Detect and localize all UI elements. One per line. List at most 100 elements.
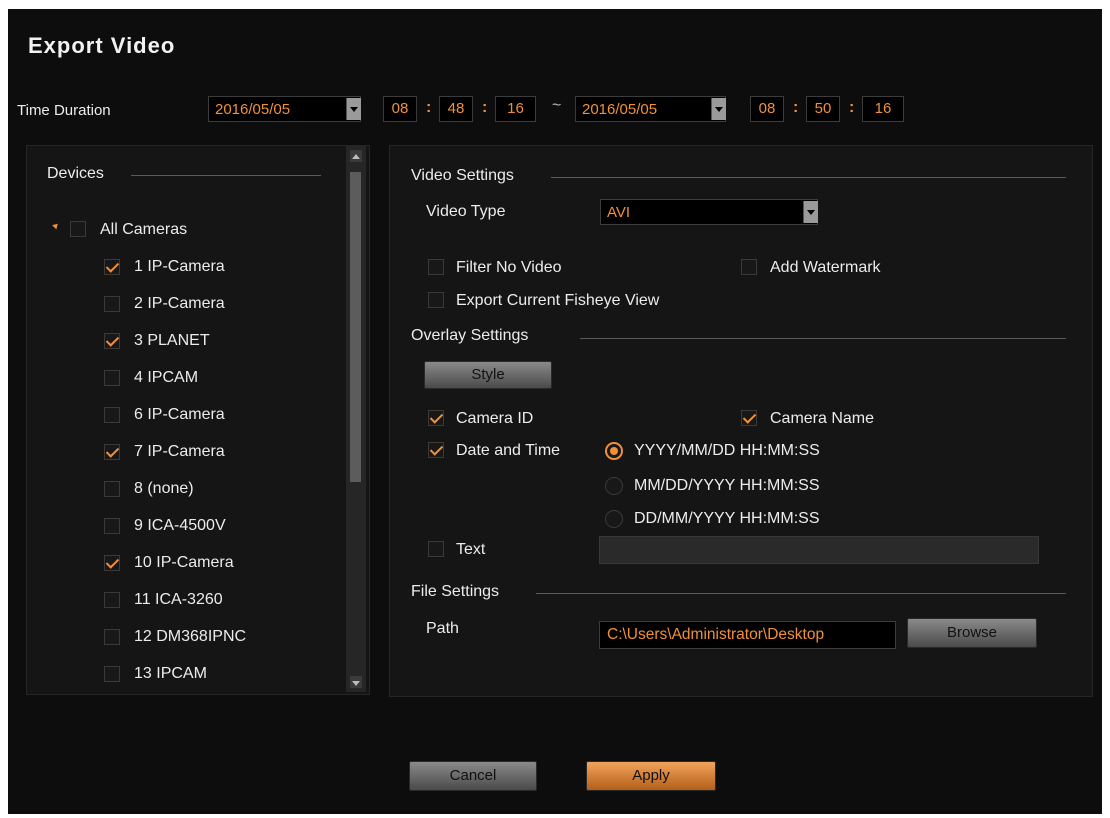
time-separator: : [426, 99, 432, 116]
device-checkbox[interactable] [104, 407, 120, 423]
device-checkbox[interactable] [104, 666, 120, 682]
end-minute-field[interactable]: 50 [806, 96, 840, 122]
start-second-field[interactable]: 16 [495, 96, 536, 122]
divider [580, 338, 1066, 339]
device-item[interactable]: 9 ICA-4500V [104, 517, 334, 537]
scroll-up-icon[interactable] [350, 150, 362, 162]
device-checkbox[interactable] [104, 259, 120, 275]
divider [536, 593, 1066, 594]
all-cameras-label: All Cameras [100, 221, 188, 238]
camera-name-label: Camera Name [770, 410, 875, 427]
end-date-field[interactable]: 2016/05/05 [575, 96, 726, 122]
filter-no-video-checkbox[interactable] [428, 259, 444, 275]
scroll-down-icon[interactable] [350, 676, 362, 688]
time-separator: : [793, 99, 799, 116]
add-watermark-checkbox[interactable] [741, 259, 757, 275]
video-type-select[interactable]: AVI [600, 199, 818, 225]
device-item[interactable]: 2 IP-Camera [104, 295, 334, 315]
text-overlay-checkbox[interactable] [428, 541, 444, 557]
export-fisheye-checkbox[interactable] [428, 292, 444, 308]
path-label: Path [426, 620, 459, 637]
device-label: 6 IP-Camera [134, 406, 225, 423]
chevron-down-icon[interactable] [346, 98, 361, 120]
path-value: C:\Users\Administrator\Desktop [607, 626, 825, 643]
device-item[interactable]: 10 IP-Camera [104, 554, 334, 574]
camera-id-checkbox[interactable] [428, 410, 444, 426]
device-label: 4 IPCAM [134, 369, 199, 386]
devices-header: Devices [47, 165, 104, 182]
device-item[interactable]: 11 ICA-3260 [104, 591, 334, 611]
dialog-title: Export Video [28, 33, 176, 58]
date-format-label: YYYY/MM/DD HH:MM:SS [634, 442, 820, 459]
device-item[interactable]: 3 PLANET [104, 332, 334, 352]
file-settings-header: File Settings [411, 583, 500, 600]
cancel-button[interactable]: Cancel [409, 761, 537, 791]
device-checkbox[interactable] [104, 555, 120, 571]
device-label: 10 IP-Camera [134, 554, 234, 571]
overlay-settings-header: Overlay Settings [411, 327, 529, 344]
end-second-field[interactable]: 16 [862, 96, 904, 122]
camera-id-label: Camera ID [456, 410, 534, 427]
text-overlay-label: Text [456, 541, 486, 558]
device-label: 8 (none) [134, 480, 194, 497]
device-label: 11 ICA-3260 [134, 591, 223, 608]
date-format-label: MM/DD/YYYY HH:MM:SS [634, 477, 820, 494]
divider [131, 175, 321, 176]
device-label: 2 IP-Camera [134, 295, 225, 312]
start-minute-field[interactable]: 48 [439, 96, 473, 122]
date-format-radio[interactable] [605, 477, 623, 495]
device-item[interactable]: 7 IP-Camera [104, 443, 334, 463]
device-list-scrollbar[interactable] [346, 146, 366, 692]
range-separator: ~ [552, 97, 562, 114]
device-label: 1 IP-Camera [134, 258, 225, 275]
device-item[interactable]: 8 (none) [104, 480, 334, 500]
camera-name-checkbox[interactable] [741, 410, 757, 426]
path-input[interactable]: C:\Users\Administrator\Desktop [599, 621, 896, 649]
add-watermark-label: Add Watermark [770, 259, 881, 276]
device-checkbox[interactable] [104, 444, 120, 460]
video-settings-header: Video Settings [411, 167, 514, 184]
date-time-checkbox[interactable] [428, 442, 444, 458]
start-hour-field[interactable]: 08 [383, 96, 417, 122]
device-checkbox[interactable] [104, 629, 120, 645]
end-hour-field[interactable]: 08 [750, 96, 784, 122]
device-label: 3 PLANET [134, 332, 210, 349]
device-item[interactable]: 6 IP-Camera [104, 406, 334, 426]
device-label: 13 IPCAM [134, 665, 207, 682]
device-label: 7 IP-Camera [134, 443, 225, 460]
time-separator: : [482, 99, 488, 116]
chevron-down-icon[interactable] [711, 98, 726, 120]
date-format-radio[interactable] [605, 442, 623, 460]
date-format-radio[interactable] [605, 510, 623, 528]
device-checkbox[interactable] [104, 333, 120, 349]
device-item[interactable]: 13 IPCAM [104, 665, 334, 685]
export-fisheye-label: Export Current Fisheye View [456, 292, 660, 309]
apply-button[interactable]: Apply [586, 761, 716, 791]
date-time-label: Date and Time [456, 442, 561, 459]
divider [551, 177, 1066, 178]
text-overlay-input[interactable] [599, 536, 1039, 564]
style-button[interactable]: Style [424, 361, 552, 389]
chevron-down-icon[interactable] [803, 201, 818, 223]
device-checkbox[interactable] [104, 592, 120, 608]
time-separator: : [849, 99, 855, 116]
video-type-label: Video Type [426, 203, 506, 220]
device-checkbox[interactable] [104, 518, 120, 534]
browse-button[interactable]: Browse [907, 618, 1037, 648]
video-type-value: AVI [607, 204, 631, 221]
scroll-thumb[interactable] [350, 172, 361, 482]
device-checkbox[interactable] [104, 370, 120, 386]
export-video-dialog: Export Video Time Duration 2016/05/05 08… [8, 9, 1102, 814]
device-item[interactable]: 12 DM368IPNC [104, 628, 334, 648]
device-label: 9 ICA-4500V [134, 517, 226, 534]
device-checkbox[interactable] [104, 296, 120, 312]
filter-no-video-label: Filter No Video [456, 259, 562, 276]
all-cameras-checkbox[interactable] [70, 221, 86, 237]
start-date-field[interactable]: 2016/05/05 [208, 96, 361, 122]
device-item[interactable]: 4 IPCAM [104, 369, 334, 389]
device-item[interactable]: 1 IP-Camera [104, 258, 334, 278]
device-label: 12 DM368IPNC [134, 628, 247, 645]
device-checkbox[interactable] [104, 481, 120, 497]
date-format-label: DD/MM/YYYY HH:MM:SS [634, 510, 820, 527]
start-date-value: 2016/05/05 [215, 101, 291, 118]
